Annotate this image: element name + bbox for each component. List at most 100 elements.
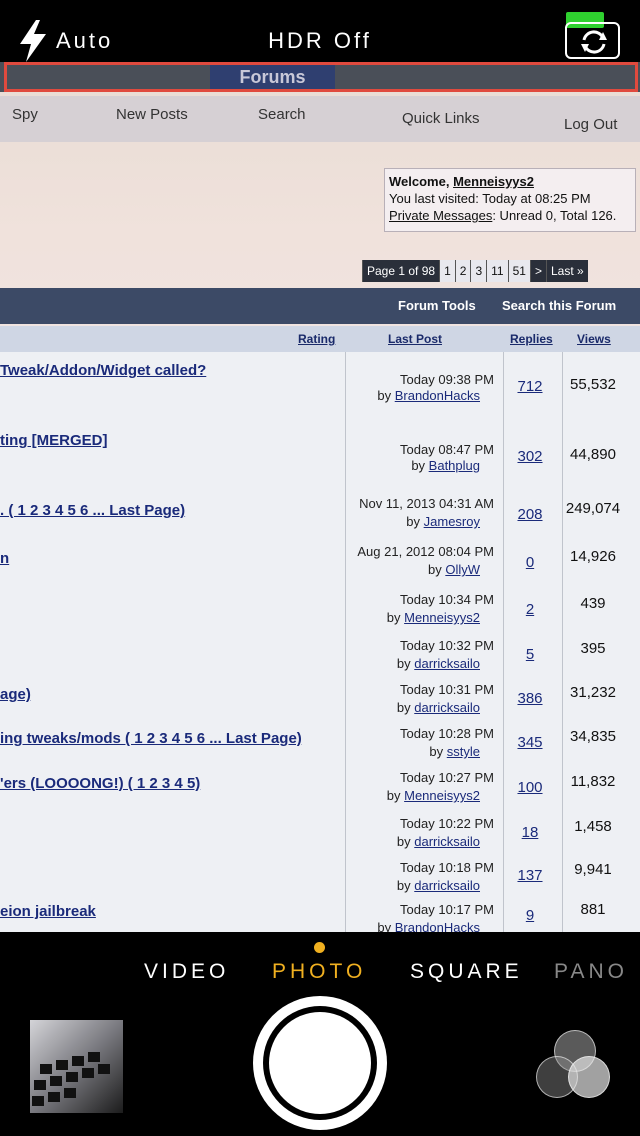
last-post-author: by Menneisyys2 [350,610,480,625]
filters-button[interactable] [536,1030,614,1102]
thread-row: ting [MERGED] Today 08:47 PM by Bathplug 30… [0,422,640,489]
reply-count: 100 [517,779,543,796]
pagination: Page 1 of 98 1 2 3 11 51 > Last » [362,260,588,282]
view-count: 9,941 [574,861,612,878]
thread-title: 'ers (LOOOONG!) ( 1 2 3 4 5) [0,775,201,792]
by-label: by [406,514,424,529]
search-forum: Search this Forum [502,298,617,313]
by-label: by [386,788,405,803]
last-post-date: Nov 11, 2013 04:31 AM [359,496,494,511]
last-post-author: by sstyle [350,744,480,759]
thread-row: Today 10:32 PM by darricksailo 5 395 [0,630,640,675]
forum-tools-bar: Forum Tools Search this Forum [0,288,640,324]
shutter-inner[interactable] [269,1012,371,1114]
by-label: by [396,834,415,849]
reply-count: 5 [525,646,535,663]
forum-navbar: Spy New Posts Search Quick Links Log Out [0,96,640,142]
thread-row: Tweak/Addon/Widget called? Today 09:38 PM… [0,352,640,423]
last-post-date: Today 09:38 PM [400,372,494,387]
author-link: darricksailo [414,834,480,849]
column-divider [562,352,563,932]
author-link: BrandonHacks [394,388,480,403]
page-11: 11 [486,260,508,282]
by-label: by [429,744,447,759]
last-post-author: by darricksailo [350,700,480,715]
mode-square[interactable]: SQUARE [410,960,523,984]
view-count: 439 [580,595,606,612]
last-post-author: by darricksailo [350,656,480,671]
page-2: 2 [454,260,471,282]
mode-pano[interactable]: PANO [554,960,628,984]
last-post-author: by darricksailo [350,878,480,893]
reply-count: 345 [517,734,543,751]
last-post-author: by Bathplug [350,458,480,473]
reply-count: 386 [517,690,543,707]
last-post-date: Today 10:34 PM [400,592,494,607]
author-link: darricksailo [414,878,480,893]
last-post-date: Today 08:47 PM [400,442,494,457]
reply-count: 0 [525,554,535,571]
thread-title: ting [MERGED] [0,432,108,449]
thread-row: ing tweaks/mods ( 1 2 3 4 5 6 ... Last P… [0,718,640,763]
switch-camera-button[interactable] [565,22,620,59]
last-post-date: Today 10:28 PM [400,726,494,741]
column-divider [503,352,504,932]
mode-photo[interactable]: PHOTO [272,960,366,984]
view-count: 31,232 [570,684,616,701]
thread-title: . ( 1 2 3 4 5 6 ... Last Page) [0,502,186,519]
last-post-author: by Jamesroy [350,514,480,529]
view-count: 395 [580,640,606,657]
author-link: Jamesroy [423,514,480,529]
thread-title: Tweak/Addon/Widget called? [0,362,207,379]
last-post-date: Today 10:17 PM [400,902,494,917]
author-link: sstyle [446,744,480,759]
reply-count: 137 [517,867,543,884]
camera-flip-icon [581,30,607,54]
mode-indicator-dot [314,942,325,953]
nav-spy: Spy [12,106,38,123]
by-label: by [396,700,415,715]
last-post-date: Today 10:18 PM [400,860,494,875]
last-post-date: Today 10:32 PM [400,638,494,653]
last-photo-thumbnail[interactable] [30,1020,123,1113]
view-count: 1,458 [574,818,612,835]
last-post-date: Today 10:31 PM [400,682,494,697]
col-views: Views [577,332,611,346]
by-label: by [411,458,429,473]
pm-counts: : Unread 0, Total 126. [492,208,617,223]
author-link: Menneisyys2 [404,788,480,803]
view-count: 34,835 [570,728,616,745]
author-link: darricksailo [414,656,480,671]
reply-count: 2 [525,601,535,618]
nav-log-out: Log Out [564,116,618,133]
col-rating: Rating [298,332,336,346]
page-last: Last » [545,260,588,282]
by-label: by [427,562,446,577]
author-link: darricksailo [414,700,480,715]
thread-row: Today 10:18 PM by darricksailo 137 9,941 [0,852,640,895]
hdr-toggle[interactable]: HDR Off [0,28,640,54]
reply-count: 208 [517,506,543,523]
page-count: Page 1 of 98 [362,260,439,282]
view-count: 11,832 [570,773,616,790]
view-count: 55,532 [570,376,616,393]
thread-title: eion jailbreak [0,903,96,920]
nav-new-posts: New Posts [116,106,188,123]
col-last-post: Last Post [388,332,443,346]
by-label: by [396,656,415,671]
mode-video[interactable]: VIDEO [144,960,229,984]
page-3: 3 [470,260,487,282]
forum-tools: Forum Tools [398,298,476,313]
nav-quick-links: Quick Links [402,110,480,127]
last-post-date: Today 10:27 PM [400,770,494,785]
last-post-author: by OllyW [350,562,480,577]
page-next: > [529,260,546,282]
thread-row: Today 10:22 PM by darricksailo 18 1,458 [0,808,640,853]
welcome-prefix: Welcome, [389,174,454,189]
page-51: 51 [507,260,530,282]
thread-row: n Aug 21, 2012 08:04 PM by OllyW 0 14,926 [0,536,640,585]
last-visited: You last visited: Today at 08:25 PM [389,191,591,206]
thread-row: 'ers (LOOOONG!) ( 1 2 3 4 5) Today 10:27 … [0,762,640,809]
thread-title: n [0,550,10,567]
filter-circle-icon [568,1056,610,1098]
